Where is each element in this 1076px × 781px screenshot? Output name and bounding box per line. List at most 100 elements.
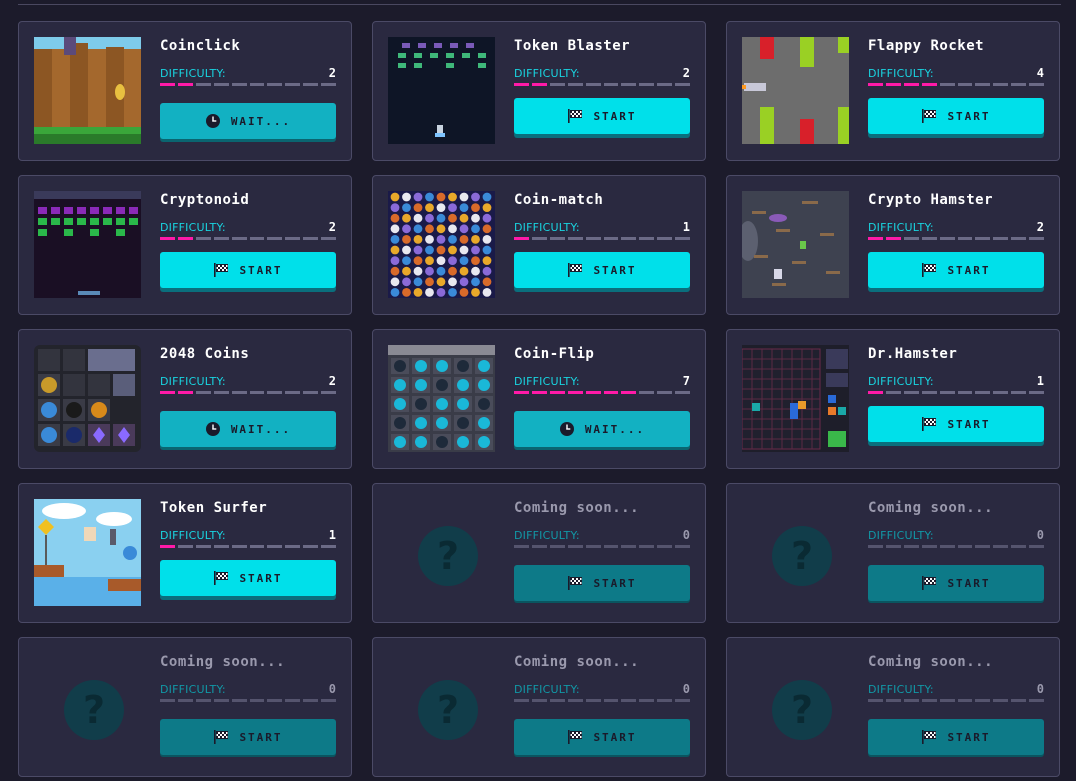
wait-button[interactable]: WAIT... bbox=[514, 411, 690, 447]
difficulty-segment bbox=[514, 391, 529, 394]
start-button[interactable]: START bbox=[160, 252, 336, 288]
difficulty-value: 1 bbox=[328, 528, 336, 542]
difficulty-segment bbox=[657, 237, 673, 240]
game-title: Crypto Hamster bbox=[868, 192, 994, 208]
difficulty-segment bbox=[957, 545, 973, 548]
game-title: Coming soon... bbox=[868, 654, 994, 670]
difficulty-segment bbox=[267, 83, 283, 86]
game-thumbnail[interactable] bbox=[34, 191, 141, 298]
start-button[interactable]: START bbox=[514, 252, 690, 288]
difficulty-label: DIFFICULTY: bbox=[514, 66, 580, 80]
game-card-token-blaster: Token Blaster DIFFICULTY: 2 START bbox=[372, 21, 706, 161]
button-label: START bbox=[947, 576, 991, 590]
start-button[interactable]: START bbox=[868, 719, 1044, 755]
game-thumbnail[interactable] bbox=[742, 345, 849, 452]
clock-icon bbox=[559, 421, 575, 437]
game-title: Coin-Flip bbox=[514, 346, 595, 362]
game-card-flappy-rocket: Flappy Rocket DIFFICULTY: 4 START bbox=[726, 21, 1060, 161]
game-thumbnail[interactable] bbox=[34, 345, 141, 452]
difficulty-segment bbox=[585, 391, 601, 394]
difficulty-segment bbox=[160, 699, 175, 702]
difficulty-segment bbox=[303, 83, 319, 86]
difficulty-segment bbox=[285, 545, 301, 548]
start-button[interactable]: START bbox=[514, 719, 690, 755]
button-label: START bbox=[239, 730, 283, 744]
start-button[interactable]: START bbox=[868, 565, 1044, 601]
difficulty-segment bbox=[603, 391, 619, 394]
games-grid: Coinclick DIFFICULTY: 2 WAIT... Token Bl… bbox=[18, 21, 1061, 777]
difficulty-segment bbox=[213, 545, 229, 548]
difficulty-segment bbox=[993, 545, 1009, 548]
clock-icon bbox=[205, 421, 221, 437]
difficulty-segment bbox=[993, 237, 1009, 240]
difficulty-segment bbox=[1011, 545, 1027, 548]
start-button[interactable]: START bbox=[514, 565, 690, 601]
difficulty-bar bbox=[868, 545, 1045, 548]
difficulty-bar bbox=[514, 391, 691, 394]
question-icon: ? bbox=[772, 526, 832, 586]
difficulty-bar bbox=[868, 237, 1045, 240]
difficulty-segment bbox=[903, 699, 919, 702]
difficulty-segment bbox=[549, 545, 565, 548]
start-button[interactable]: START bbox=[160, 719, 336, 755]
checkered-flag-icon bbox=[213, 262, 229, 278]
game-title: Coming soon... bbox=[514, 500, 640, 516]
game-thumbnail[interactable] bbox=[388, 191, 495, 298]
button-label: START bbox=[593, 576, 637, 590]
game-thumbnail[interactable] bbox=[34, 37, 141, 144]
difficulty-segment bbox=[639, 545, 655, 548]
difficulty-label: DIFFICULTY: bbox=[160, 220, 226, 234]
difficulty-segment bbox=[231, 391, 247, 394]
button-label: START bbox=[239, 263, 283, 277]
start-button[interactable]: START bbox=[160, 560, 336, 596]
start-button[interactable]: START bbox=[868, 98, 1044, 134]
difficulty-segment bbox=[567, 545, 583, 548]
start-button[interactable]: START bbox=[514, 98, 690, 134]
button-label: START bbox=[593, 263, 637, 277]
difficulty-segment bbox=[567, 237, 583, 240]
difficulty-segment bbox=[249, 237, 265, 240]
difficulty-segment bbox=[160, 237, 175, 240]
difficulty-segment bbox=[639, 83, 655, 86]
difficulty-segment bbox=[675, 237, 691, 240]
game-thumbnail[interactable] bbox=[742, 37, 849, 144]
difficulty-segment bbox=[285, 237, 301, 240]
difficulty-segment bbox=[1011, 83, 1027, 86]
game-card-token-surfer: Token Surfer DIFFICULTY: 1 START bbox=[18, 483, 352, 623]
difficulty-value: 2 bbox=[682, 66, 690, 80]
checkered-flag-icon bbox=[567, 108, 583, 124]
wait-button[interactable]: WAIT... bbox=[160, 103, 336, 139]
difficulty-segment bbox=[957, 83, 973, 86]
game-card-coming-soon: ? Coming soon... DIFFICULTY: 0 START bbox=[726, 637, 1060, 777]
difficulty-segment bbox=[885, 237, 901, 240]
difficulty-segment bbox=[567, 391, 583, 394]
checkered-flag-icon bbox=[213, 729, 229, 745]
difficulty-segment bbox=[321, 237, 337, 240]
difficulty-label: DIFFICULTY: bbox=[868, 528, 934, 542]
difficulty-segment bbox=[675, 83, 691, 86]
difficulty-segment bbox=[195, 83, 211, 86]
difficulty-segment bbox=[1029, 391, 1045, 394]
game-thumbnail[interactable] bbox=[742, 191, 849, 298]
start-button[interactable]: START bbox=[868, 406, 1044, 442]
question-icon: ? bbox=[64, 680, 124, 740]
difficulty-segment bbox=[993, 83, 1009, 86]
difficulty-segment bbox=[939, 699, 955, 702]
wait-button[interactable]: WAIT... bbox=[160, 411, 336, 447]
difficulty-segment bbox=[975, 391, 991, 394]
difficulty-segment bbox=[303, 545, 319, 548]
difficulty-value: 0 bbox=[1036, 682, 1044, 696]
game-thumbnail[interactable] bbox=[34, 499, 141, 606]
difficulty-segment bbox=[903, 391, 919, 394]
checkered-flag-icon bbox=[921, 416, 937, 432]
difficulty-segment bbox=[249, 545, 265, 548]
difficulty-segment bbox=[213, 699, 229, 702]
difficulty-value: 0 bbox=[682, 528, 690, 542]
game-thumbnail[interactable] bbox=[388, 37, 495, 144]
difficulty-segment bbox=[249, 83, 265, 86]
question-icon: ? bbox=[418, 680, 478, 740]
difficulty-segment bbox=[939, 237, 955, 240]
game-thumbnail[interactable] bbox=[388, 345, 495, 452]
difficulty-segment bbox=[160, 545, 175, 548]
start-button[interactable]: START bbox=[868, 252, 1044, 288]
